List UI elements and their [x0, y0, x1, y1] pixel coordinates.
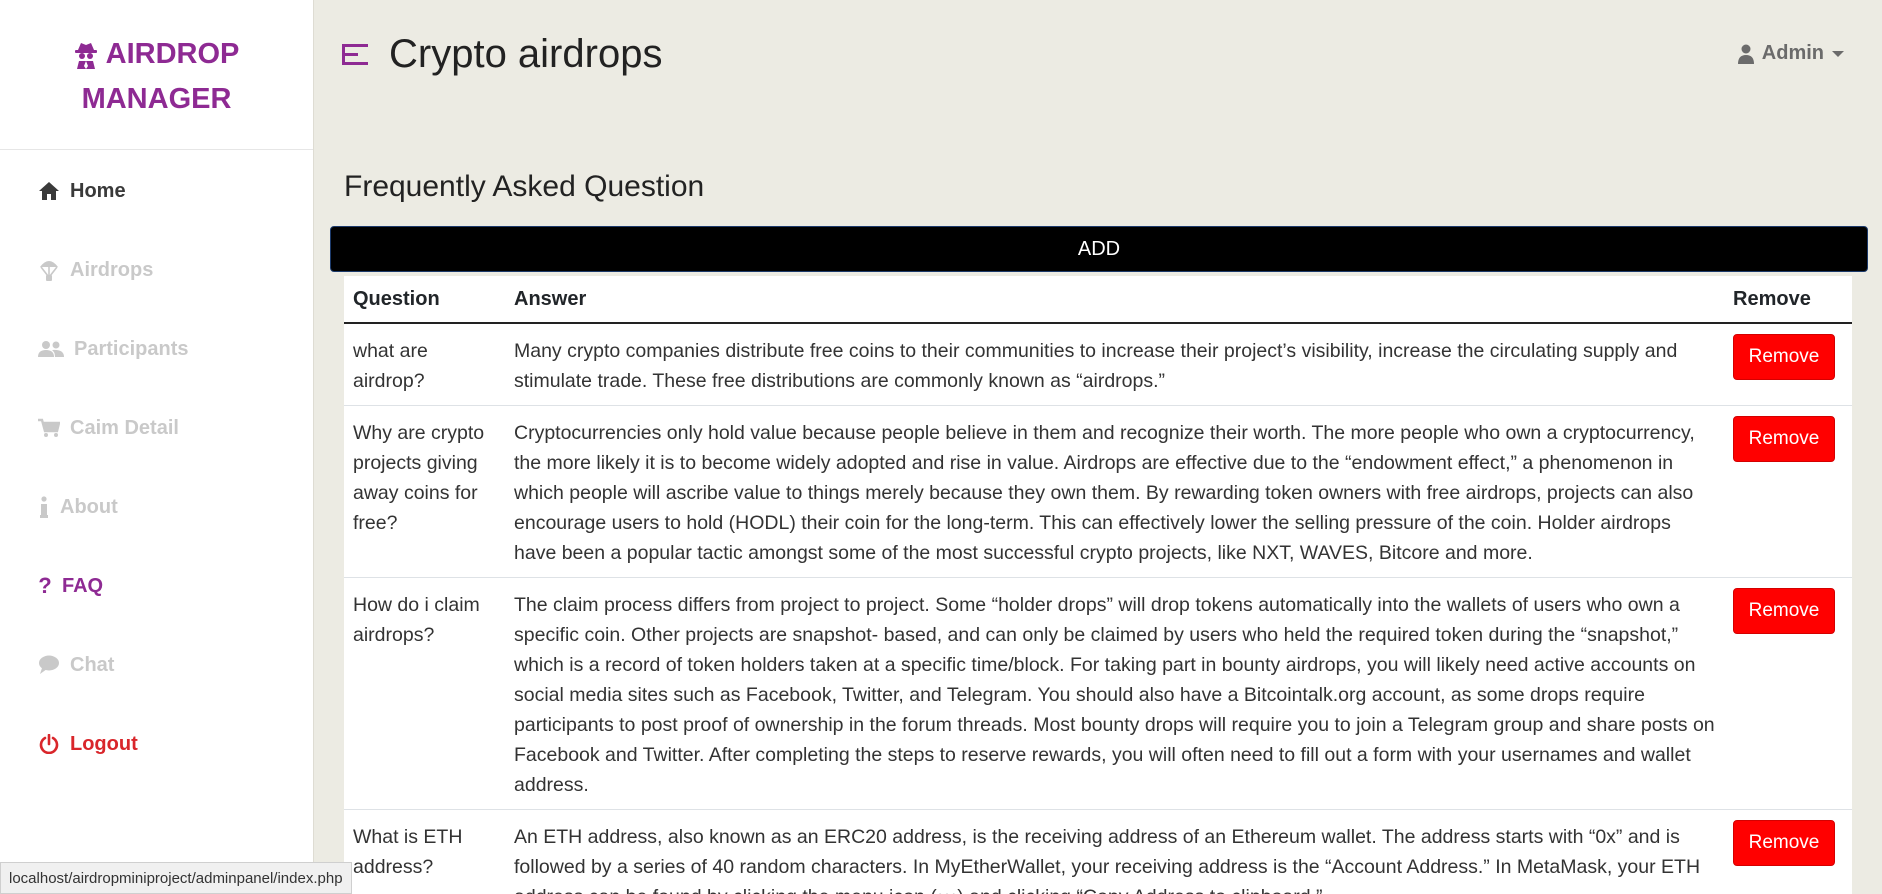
sidebar-item-about[interactable]: About — [0, 496, 313, 575]
sidebar-item-label: Caim Detail — [70, 417, 179, 439]
sidebar-nav: Home Airdrops Participants Caim Detail A… — [0, 180, 313, 812]
brand-logo[interactable]: AIRDROP MANAGER — [0, 0, 313, 150]
cart-icon — [38, 417, 60, 439]
sidebar-item-label: Airdrops — [70, 259, 154, 281]
sidebar-item-participants[interactable]: Participants — [0, 338, 313, 417]
sidebar-item-chat[interactable]: Chat — [0, 654, 313, 733]
question-cell: What is ETH address? — [344, 809, 505, 894]
sidebar-item-label: Chat — [70, 654, 115, 676]
answer-cell: An ETH address, also known as an ERC20 a… — [505, 809, 1724, 894]
chevron-down-icon — [1832, 50, 1844, 57]
answer-cell: Many crypto companies distribute free co… — [505, 323, 1724, 406]
question-cell: How do i claim airdrops? — [344, 577, 505, 810]
table-row: How do i claim airdrops? The claim proce… — [344, 577, 1852, 810]
menu-toggle-icon[interactable] — [342, 42, 368, 68]
remove-button[interactable]: Remove — [1733, 416, 1835, 462]
column-header-answer: Answer — [505, 276, 1724, 324]
admin-name: Admin — [1761, 42, 1824, 64]
sidebar-item-logout[interactable]: Logout — [0, 733, 313, 812]
power-icon — [38, 733, 60, 755]
sidebar-item-label: About — [60, 496, 118, 518]
sidebar: AIRDROP MANAGER Home Airdrops Participan… — [0, 0, 314, 894]
info-icon — [38, 496, 50, 518]
remove-cell: Remove — [1724, 809, 1852, 894]
sidebar-item-label: Logout — [70, 733, 138, 755]
remove-button[interactable]: Remove — [1733, 820, 1835, 866]
table-row: what are airdrop? Many crypto companies … — [344, 323, 1852, 406]
parachute-icon — [38, 259, 60, 281]
table-header-row: Question Answer Remove — [344, 276, 1852, 324]
faq-table: Question Answer Remove what are airdrop?… — [344, 276, 1852, 894]
section-title: Frequently Asked Question — [344, 170, 705, 203]
question-cell: Why are crypto projects giving away coin… — [344, 405, 505, 578]
home-icon — [38, 180, 60, 202]
table-row: Why are crypto projects giving away coin… — [344, 405, 1852, 578]
faq-table-container: Question Answer Remove what are airdrop?… — [344, 276, 1852, 894]
sidebar-item-airdrops[interactable]: Airdrops — [0, 259, 313, 338]
sidebar-item-label: FAQ — [62, 575, 104, 597]
users-icon — [38, 338, 64, 360]
sidebar-item-faq[interactable]: ? FAQ — [0, 573, 313, 654]
remove-cell: Remove — [1724, 323, 1852, 406]
user-icon — [1737, 44, 1754, 64]
question-icon: ? — [38, 573, 52, 598]
table-row: What is ETH address? An ETH address, als… — [344, 809, 1852, 894]
brand-line-2: MANAGER — [81, 83, 232, 115]
admin-menu[interactable]: Admin — [1737, 42, 1844, 65]
sidebar-item-label: Home — [70, 180, 126, 202]
column-header-question: Question — [344, 276, 505, 324]
sidebar-item-home[interactable]: Home — [0, 180, 313, 259]
sidebar-item-label: Participants — [74, 338, 189, 360]
remove-cell: Remove — [1724, 405, 1852, 578]
sidebar-item-claim-detail[interactable]: Caim Detail — [0, 417, 313, 496]
main-content: Crypto airdrops Admin Frequently Asked Q… — [314, 0, 1882, 894]
page-title: Crypto airdrops — [389, 32, 663, 76]
brand-line-1: AIRDROP — [105, 38, 240, 70]
top-bar: Crypto airdrops Admin — [314, 0, 1882, 120]
chat-icon — [38, 654, 60, 676]
status-bar-url: localhost/airdropminiproject/adminpanel/… — [0, 862, 352, 894]
spy-icon — [74, 42, 97, 69]
remove-button[interactable]: Remove — [1733, 588, 1835, 634]
add-faq-button[interactable]: ADD — [330, 226, 1868, 272]
answer-cell: Cryptocurrencies only hold value because… — [505, 405, 1724, 578]
question-cell: what are airdrop? — [344, 323, 505, 406]
answer-cell: The claim process differs from project t… — [505, 577, 1724, 810]
remove-cell: Remove — [1724, 577, 1852, 810]
column-header-remove: Remove — [1724, 276, 1852, 324]
remove-button[interactable]: Remove — [1733, 334, 1835, 380]
